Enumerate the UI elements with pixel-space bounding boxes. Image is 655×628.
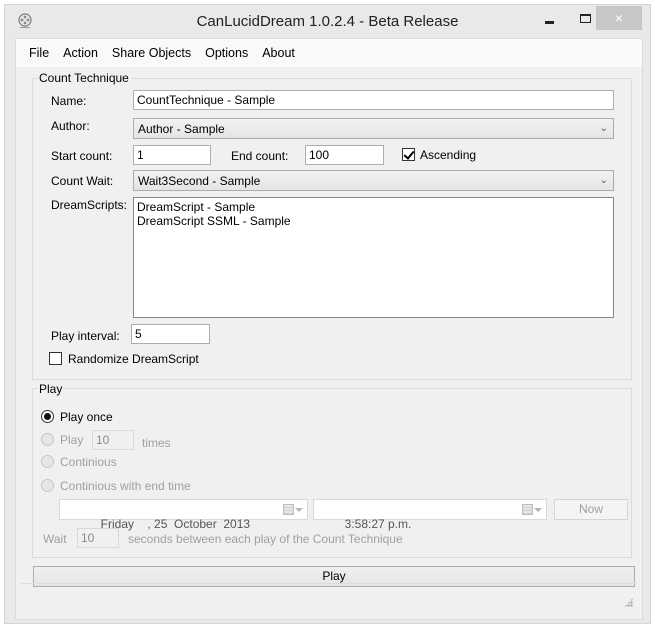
- menu-options[interactable]: Options: [198, 46, 255, 60]
- count-wait-dropdown[interactable]: Wait3Second - Sample ⌄: [133, 170, 614, 191]
- wait-label: Wait: [43, 532, 67, 546]
- play-group: Play Play once Play 10 times Continious …: [32, 382, 632, 558]
- ascending-label[interactable]: Ascending: [420, 148, 476, 162]
- client-area: File Action Share Objects Options About …: [15, 38, 643, 620]
- author-dropdown[interactable]: Author - Sample ⌄: [133, 118, 614, 139]
- start-count-label: Start count:: [51, 149, 113, 163]
- count-wait-value: Wait3Second - Sample: [138, 174, 261, 188]
- chevron-down-icon: ⌄: [599, 175, 608, 186]
- randomize-checkbox[interactable]: [49, 352, 62, 365]
- continious-end-time-label[interactable]: Continious with end time: [60, 479, 191, 493]
- author-value: Author - Sample: [138, 122, 225, 136]
- name-input[interactable]: CountTechnique - Sample: [133, 90, 614, 110]
- main-window: CanLucidDream 1.0.2.4 - Beta Release × F…: [4, 4, 651, 624]
- play-once-radio[interactable]: [41, 410, 54, 423]
- end-count-label: End count:: [231, 149, 289, 163]
- wait-suffix-label: seconds between each play of the Count T…: [128, 532, 403, 546]
- list-item[interactable]: DreamScript SSML - Sample: [137, 214, 610, 228]
- calendar-dropdown-icon[interactable]: [522, 504, 542, 515]
- end-date-picker[interactable]: Friday , 25 October 2013: [59, 499, 308, 531]
- play-interval-input[interactable]: 5: [131, 324, 210, 344]
- name-label: Name:: [51, 94, 87, 108]
- play-times-radio[interactable]: [41, 433, 54, 446]
- maximize-button[interactable]: [571, 6, 599, 30]
- play-times-label[interactable]: Play: [60, 433, 83, 447]
- continious-label[interactable]: Continious: [60, 455, 117, 469]
- count-wait-label: Count Wait:: [51, 174, 114, 188]
- status-bar: [21, 583, 637, 611]
- play-group-label: Play: [37, 382, 65, 396]
- end-time-value: 3:58:27 p.m.: [344, 517, 412, 531]
- end-time-picker[interactable]: 3:58:27 p.m.: [313, 499, 547, 531]
- menu-share-objects[interactable]: Share Objects: [105, 46, 198, 60]
- menu-bar: File Action Share Objects Options About: [16, 39, 642, 67]
- dreamscripts-label: DreamScripts:: [51, 198, 128, 212]
- start-count-input[interactable]: 1: [133, 145, 211, 165]
- menu-action[interactable]: Action: [56, 46, 105, 60]
- minimize-icon: [544, 20, 554, 24]
- continious-radio[interactable]: [41, 455, 54, 468]
- times-label: times: [142, 436, 171, 450]
- author-label: Author:: [51, 119, 90, 133]
- play-interval-label: Play interval:: [51, 329, 120, 343]
- menu-file[interactable]: File: [22, 46, 56, 60]
- chevron-down-icon: ⌄: [599, 123, 608, 134]
- menu-about[interactable]: About: [255, 46, 302, 60]
- ascending-checkbox[interactable]: [402, 148, 415, 161]
- title-bar[interactable]: CanLucidDream 1.0.2.4 - Beta Release ×: [5, 5, 650, 39]
- continious-end-time-radio[interactable]: [41, 479, 54, 492]
- wait-input[interactable]: 10: [77, 528, 119, 548]
- randomize-label[interactable]: Randomize DreamScript: [68, 352, 199, 366]
- close-icon: ×: [614, 10, 624, 26]
- dreamscripts-list[interactable]: DreamScript - Sample DreamScript SSML - …: [133, 197, 614, 318]
- now-button[interactable]: Now: [554, 499, 628, 520]
- list-item[interactable]: DreamScript - Sample: [137, 200, 610, 214]
- calendar-dropdown-icon[interactable]: [283, 504, 303, 515]
- count-technique-group-label: Count Technique: [37, 71, 131, 85]
- end-count-input[interactable]: 100: [305, 145, 384, 165]
- play-times-input[interactable]: 10: [92, 430, 134, 450]
- resize-grip-icon[interactable]: [624, 598, 633, 607]
- close-button[interactable]: ×: [596, 6, 642, 30]
- maximize-icon: [579, 13, 591, 23]
- minimize-button[interactable]: [535, 6, 563, 30]
- play-once-label[interactable]: Play once: [60, 410, 113, 424]
- count-technique-group: Count Technique Name: CountTechnique - S…: [32, 71, 632, 380]
